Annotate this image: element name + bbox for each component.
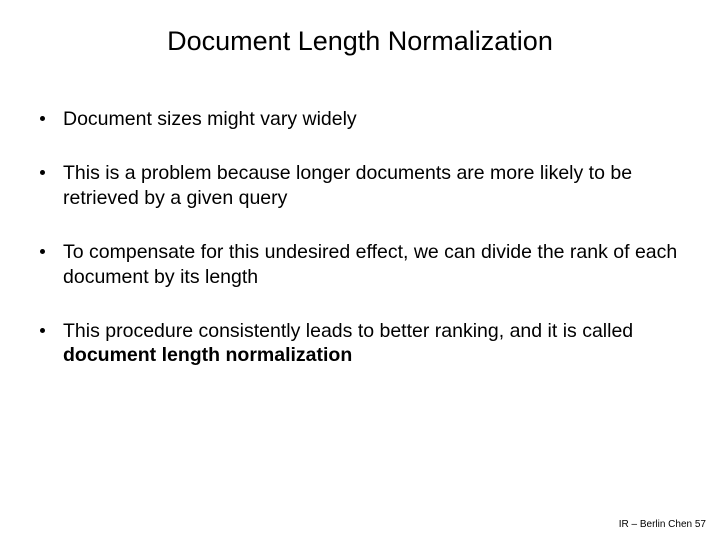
bullet-item: This procedure consistently leads to bet… [40,319,680,368]
bullet-text: This is a problem because longer documen… [63,161,680,210]
slide-content: Document sizes might vary widely This is… [0,65,720,368]
bullet-item: This is a problem because longer documen… [40,161,680,210]
bullet-item: Document sizes might vary widely [40,107,680,131]
bullet-item: To compensate for this undesired effect,… [40,240,680,289]
bullet-text: This procedure consistently leads to bet… [63,319,680,368]
bullet-text: To compensate for this undesired effect,… [63,240,680,289]
bullet-text: Document sizes might vary widely [63,107,680,131]
bold-term: document length normalization [63,344,352,366]
bullet-dot-icon [40,170,45,175]
bullet-dot-icon [40,116,45,121]
bullet-dot-icon [40,249,45,254]
slide-title: Document Length Normalization [0,0,720,65]
slide-footer: IR – Berlin Chen 57 [619,519,706,530]
bullet-dot-icon [40,328,45,333]
bullet-text-prefix: This procedure consistently leads to bet… [63,320,633,342]
